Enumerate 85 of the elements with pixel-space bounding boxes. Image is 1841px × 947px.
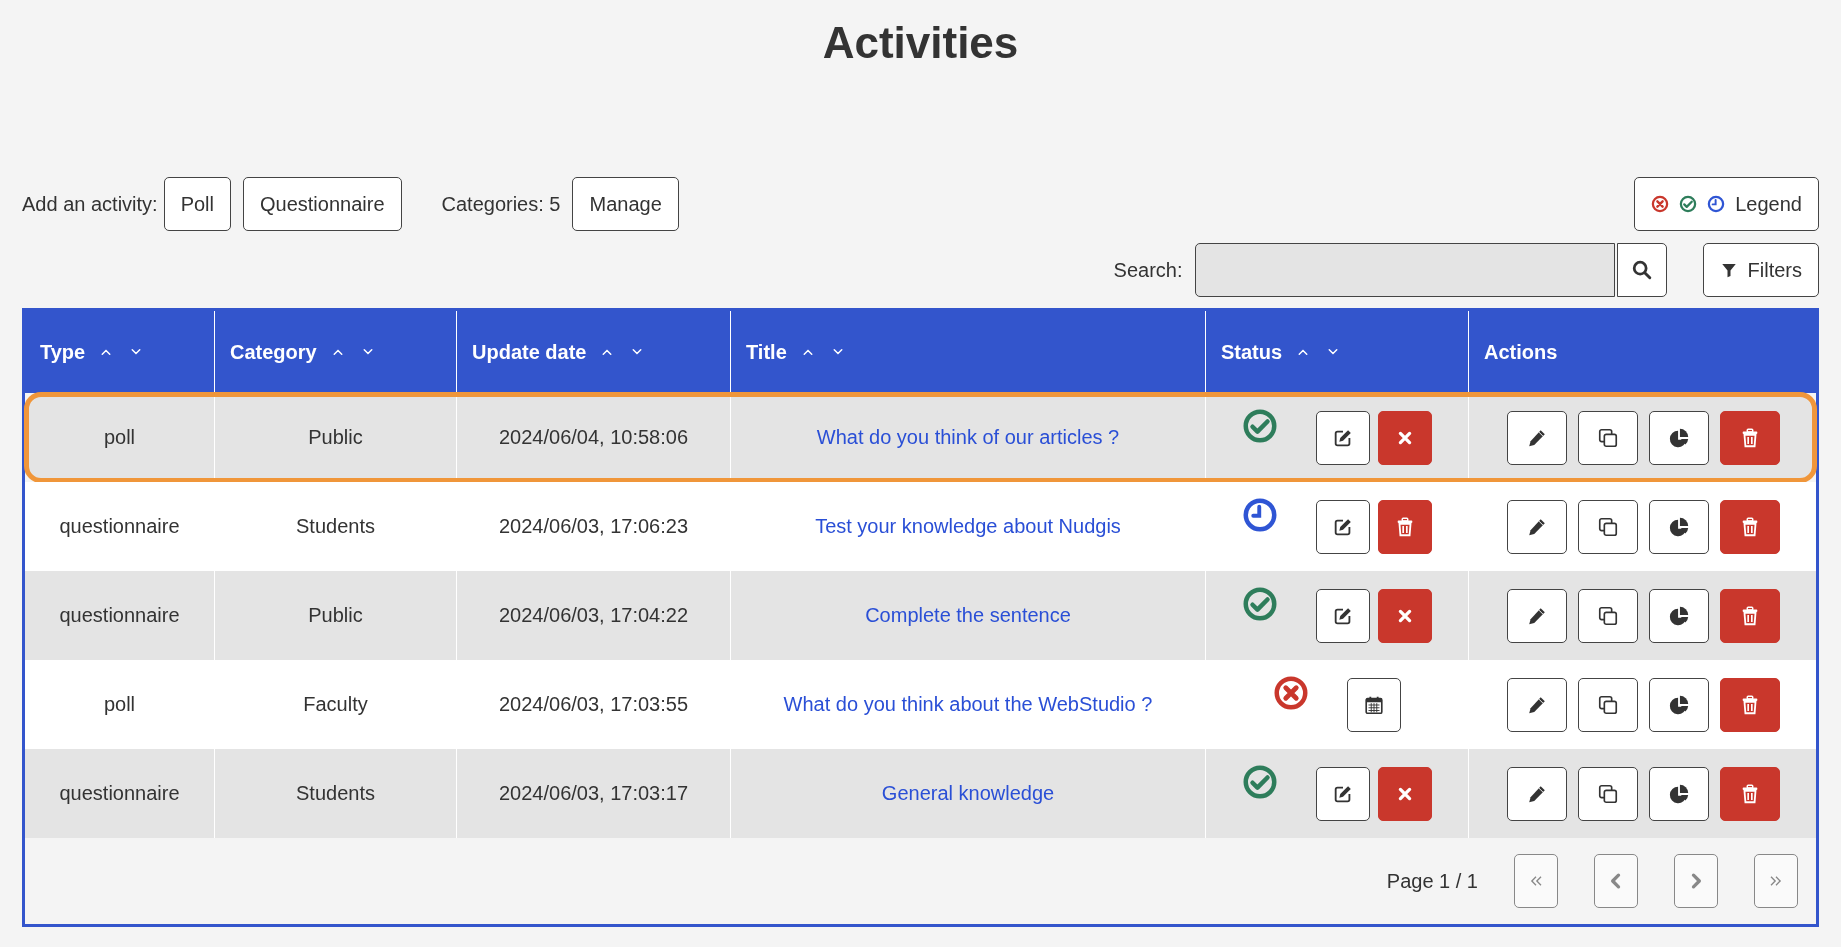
title-link[interactable]: General knowledge: [881, 782, 1055, 805]
statistics-button[interactable]: [1649, 499, 1709, 554]
categories-count: Categories: 5: [441, 192, 561, 216]
date-cell: 2024/06/03, 17:03:17: [498, 782, 689, 805]
edit-button[interactable]: [1507, 766, 1567, 821]
column-header: Actions: [1484, 340, 1558, 364]
statistics-button[interactable]: [1649, 766, 1709, 821]
category-cell: Public: [308, 426, 363, 449]
duplicate-button[interactable]: [1578, 499, 1638, 554]
duplicate-button[interactable]: [1578, 588, 1638, 643]
type-cell: poll: [103, 693, 136, 716]
add-activity-button[interactable]: Poll: [163, 177, 231, 231]
add-activity-button[interactable]: Questionnaire: [243, 177, 402, 231]
type-cell: questionnaire: [59, 604, 180, 627]
edit-button[interactable]: [1316, 766, 1370, 821]
pie-chart-icon: [1668, 515, 1690, 538]
copy-icon: [1597, 426, 1619, 449]
close-button[interactable]: [1378, 588, 1432, 643]
close-button[interactable]: [1378, 766, 1432, 821]
type-cell: poll: [103, 426, 136, 449]
manage-button[interactable]: Manage: [572, 177, 679, 231]
category-cell: Students: [296, 782, 375, 805]
column-header[interactable]: Title: [746, 340, 787, 364]
copy-icon: [1597, 604, 1619, 627]
delete-button[interactable]: [1720, 588, 1780, 643]
category-cell: Public: [308, 604, 363, 627]
type-cell: questionnaire: [59, 515, 180, 538]
filters-button[interactable]: Filters: [1702, 243, 1819, 297]
category-cell: Faculty: [303, 693, 368, 716]
pie-chart-icon: [1668, 782, 1690, 805]
edit-button[interactable]: [1507, 677, 1567, 732]
edit-button[interactable]: [1316, 410, 1370, 465]
check-circle-icon: [1679, 195, 1698, 213]
duplicate-button[interactable]: [1578, 677, 1638, 732]
pie-chart-icon: [1668, 693, 1690, 716]
column-header[interactable]: Update date: [472, 340, 587, 364]
delete-button[interactable]: [1720, 766, 1780, 821]
title-link[interactable]: What do you think about the WebStudio ?: [783, 693, 1153, 716]
last-page-button[interactable]: [1754, 854, 1798, 908]
type-cell: questionnaire: [59, 782, 180, 805]
edit-button[interactable]: [1507, 499, 1567, 554]
date-cell: 2024/06/04, 10:58:06: [498, 426, 689, 449]
statistics-button[interactable]: [1649, 410, 1709, 465]
previous-page-button[interactable]: [1594, 854, 1638, 908]
search-label: Search:: [1113, 258, 1183, 282]
next-page-button[interactable]: [1674, 854, 1718, 908]
category-cell: Students: [296, 515, 375, 538]
title-link[interactable]: What do you think of our articles ?: [816, 426, 1120, 449]
statistics-button[interactable]: [1649, 588, 1709, 643]
title-link[interactable]: Test your knowledge about Nudgis: [815, 515, 1121, 538]
delete-button[interactable]: [1720, 410, 1780, 465]
page-indicator: Page 1 / 1: [1386, 869, 1478, 893]
edit-button[interactable]: [1316, 588, 1370, 643]
x-circle-icon: [1651, 195, 1670, 213]
date-cell: 2024/06/03, 17:03:55: [498, 693, 689, 716]
page-title: Activities: [821, 17, 1020, 68]
edit-button[interactable]: [1507, 410, 1567, 465]
title-link[interactable]: Complete the sentence: [865, 604, 1071, 627]
first-page-button[interactable]: [1514, 854, 1558, 908]
date-cell: 2024/06/03, 17:06:23: [498, 515, 689, 538]
column-header[interactable]: Type: [40, 340, 86, 364]
column-header[interactable]: Category: [230, 340, 317, 364]
clock-icon: [1707, 195, 1726, 213]
statistics-button[interactable]: [1649, 677, 1709, 732]
edit-button[interactable]: [1507, 588, 1567, 643]
copy-icon: [1597, 515, 1619, 538]
search-field[interactable]: [1194, 243, 1615, 297]
duplicate-button[interactable]: [1578, 766, 1638, 821]
legend-button[interactable]: Legend: [1634, 177, 1819, 231]
delete-button[interactable]: [1720, 677, 1780, 732]
delete-button[interactable]: [1378, 499, 1432, 554]
copy-icon: [1597, 782, 1619, 805]
add-activity-label: Add an activity:: [22, 192, 158, 216]
date-cell: 2024/06/03, 17:04:22: [498, 604, 689, 627]
column-header[interactable]: Status: [1221, 340, 1283, 364]
close-button[interactable]: [1378, 410, 1432, 465]
delete-button[interactable]: [1720, 499, 1780, 554]
copy-icon: [1597, 693, 1619, 716]
search-button[interactable]: [1616, 243, 1667, 297]
pie-chart-icon: [1668, 426, 1690, 449]
search-icon: [1630, 259, 1653, 281]
pie-chart-icon: [1668, 604, 1690, 627]
schedule-button[interactable]: [1347, 677, 1401, 732]
edit-button[interactable]: [1316, 499, 1370, 554]
duplicate-button[interactable]: [1578, 410, 1638, 465]
